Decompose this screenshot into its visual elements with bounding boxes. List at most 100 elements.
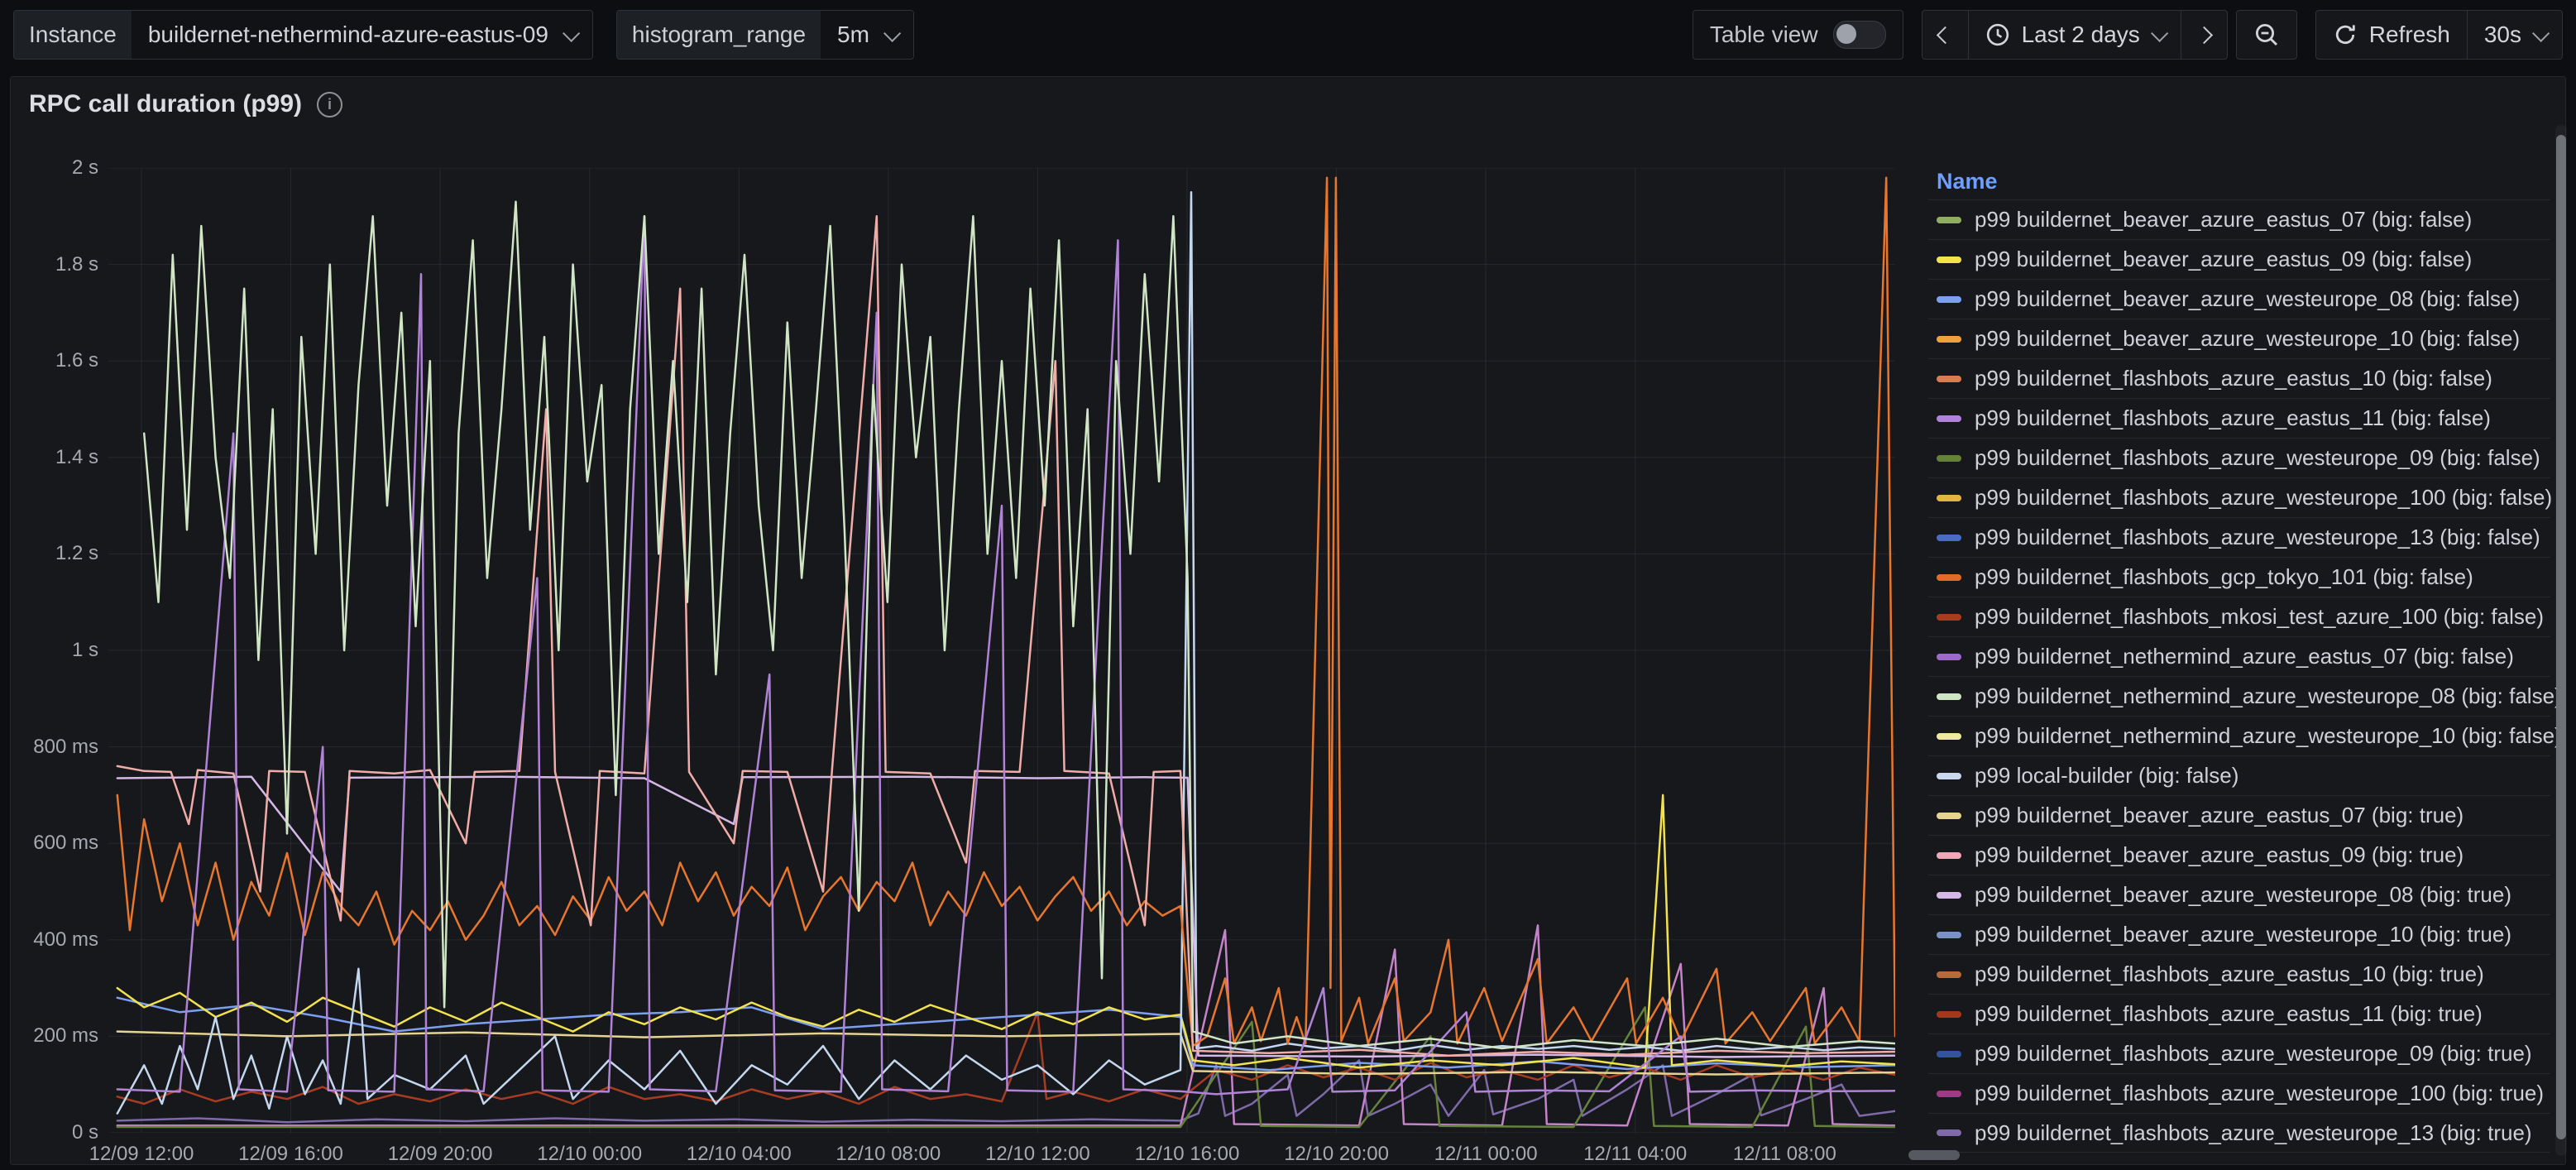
legend-row[interactable]: p99 buildernet_nethermind_azure_eastus_0… bbox=[1928, 636, 2550, 676]
series-color-marker bbox=[1937, 495, 1961, 501]
panel-title: RPC call duration (p99) bbox=[29, 90, 302, 118]
legend-row[interactable]: p99 buildernet_beaver_azure_westeurope_1… bbox=[1928, 914, 2550, 954]
legend-row[interactable]: p99 buildernet_flashbots_azure_westeurop… bbox=[1928, 1033, 2550, 1073]
y-axis: 2 s1.8 s1.6 s1.4 s1.2 s1 s800 ms600 ms40… bbox=[11, 168, 98, 1133]
zoom-out-icon bbox=[2253, 22, 2280, 48]
legend-scrollbar-thumb[interactable] bbox=[2556, 135, 2566, 1139]
series-color-marker bbox=[1937, 296, 1961, 303]
time-shift-back-button[interactable] bbox=[1922, 11, 1968, 59]
toggle-knob bbox=[1836, 24, 1856, 44]
series-color-marker bbox=[1937, 1129, 1961, 1136]
timeseries-chart[interactable] bbox=[108, 168, 1895, 1133]
legend-row[interactable]: p99 buildernet_beaver_azure_eastus_07 (b… bbox=[1928, 795, 2550, 835]
legend-series-label: p99 buildernet_beaver_azure_eastus_07 (b… bbox=[1975, 207, 2472, 233]
histogram-range-variable-group: histogram_range 5m bbox=[616, 10, 914, 60]
panel-header[interactable]: RPC call duration (p99) i bbox=[29, 90, 342, 118]
legend-row[interactable]: p99 buildernet_beaver_azure_eastus_09 (b… bbox=[1928, 239, 2550, 279]
series-color-marker bbox=[1937, 574, 1961, 581]
rpc-duration-panel: RPC call duration (p99) i 2 s1.8 s1.6 s1… bbox=[10, 76, 2566, 1165]
legend-series-label: p99 buildernet_flashbots_azure_westeurop… bbox=[1975, 525, 2540, 550]
time-shift-forward-button[interactable] bbox=[2181, 11, 2227, 59]
series-color-marker bbox=[1937, 733, 1961, 740]
histogram-range-dropdown[interactable]: 5m bbox=[821, 11, 913, 59]
legend-row[interactable]: p99 buildernet_flashbots_gcp_tokyo_101 (… bbox=[1928, 557, 2550, 597]
series-color-marker bbox=[1937, 693, 1961, 700]
refresh-group: Refresh 30s bbox=[2315, 10, 2563, 60]
y-tick-label: 800 ms bbox=[16, 735, 98, 760]
legend-series-label: p99 buildernet_flashbots_azure_eastus_11… bbox=[1975, 1001, 2483, 1027]
legend-series-label: p99 buildernet_beaver_azure_eastus_07 (b… bbox=[1975, 803, 2463, 828]
series-color-marker bbox=[1937, 535, 1961, 541]
legend-row[interactable]: p99 buildernet_flashbots_azure_westeurop… bbox=[1928, 438, 2550, 477]
legend: Name p99 buildernet_beaver_azure_eastus_… bbox=[1928, 163, 2550, 1148]
y-tick-label: 200 ms bbox=[16, 1024, 98, 1048]
zoom-out-group bbox=[2236, 10, 2297, 60]
chevron-left-icon bbox=[1936, 26, 1953, 43]
refresh-interval-value: 30s bbox=[2484, 22, 2521, 48]
instance-variable-group: Instance buildernet-nethermind-azure-eas… bbox=[13, 10, 593, 60]
legend-row[interactable]: p99 buildernet_flashbots_azure_eastus_11… bbox=[1928, 398, 2550, 438]
legend-row[interactable]: p99 buildernet_flashbots_azure_westeurop… bbox=[1928, 477, 2550, 517]
clock-icon bbox=[1985, 22, 2010, 47]
legend-series-label: p99 buildernet_beaver_azure_eastus_09 (b… bbox=[1975, 842, 2463, 868]
legend-row[interactable]: p99 buildernet_flashbots_azure_eastus_10… bbox=[1928, 954, 2550, 994]
y-tick-label: 1.6 s bbox=[16, 348, 98, 373]
series-line bbox=[117, 216, 1895, 1094]
legend-scrollbar-track[interactable] bbox=[2555, 125, 2567, 1156]
legend-header-name[interactable]: Name bbox=[1928, 163, 2550, 199]
legend-series-label: p99 buildernet_nethermind_azure_eastus_0… bbox=[1975, 644, 2514, 669]
table-view-control: Table view bbox=[1693, 10, 1903, 60]
histogram-range-value: 5m bbox=[837, 22, 869, 48]
refresh-label: Refresh bbox=[2369, 22, 2450, 48]
x-axis: 12/09 12:0012/09 16:0012/09 20:0012/10 0… bbox=[108, 1143, 1895, 1168]
y-tick-label: 600 ms bbox=[16, 831, 98, 856]
dashboard-toolbar: Instance buildernet-nethermind-azure-eas… bbox=[0, 0, 2576, 70]
chevron-down-icon bbox=[883, 24, 901, 41]
series-color-marker bbox=[1937, 455, 1961, 462]
zoom-out-button[interactable] bbox=[2237, 11, 2296, 59]
table-view-toggle[interactable] bbox=[1833, 21, 1886, 49]
legend-row[interactable]: p99 buildernet_flashbots_azure_westeurop… bbox=[1928, 1113, 2550, 1153]
legend-row[interactable]: p99 buildernet_beaver_azure_westeurope_0… bbox=[1928, 279, 2550, 319]
series-color-marker bbox=[1937, 813, 1961, 819]
legend-row[interactable]: p99 buildernet_flashbots_mkosi_test_azur… bbox=[1928, 597, 2550, 636]
legend-series-label: p99 buildernet_flashbots_azure_eastus_10… bbox=[1975, 366, 2492, 391]
legend-series-label: p99 buildernet_flashbots_gcp_tokyo_101 (… bbox=[1975, 564, 2473, 590]
legend-series-label: p99 buildernet_nethermind_azure_westeuro… bbox=[1975, 723, 2562, 749]
legend-row[interactable]: p99 buildernet_beaver_azure_eastus_07 (b… bbox=[1928, 199, 2550, 239]
series-color-marker bbox=[1937, 415, 1961, 422]
legend-row[interactable]: p99 buildernet_beaver_azure_eastus_09 (b… bbox=[1928, 835, 2550, 875]
chevron-down-icon bbox=[2532, 24, 2550, 41]
chevron-down-icon bbox=[2151, 24, 2168, 41]
toolbar-right-cluster: Table view Last 2 days bbox=[1693, 10, 2563, 60]
y-tick-label: 1 s bbox=[16, 638, 98, 663]
instance-value: buildernet-nethermind-azure-eastus-09 bbox=[148, 22, 548, 48]
time-range-value: Last 2 days bbox=[2022, 22, 2140, 48]
instance-dropdown[interactable]: buildernet-nethermind-azure-eastus-09 bbox=[132, 11, 592, 59]
info-icon[interactable]: i bbox=[317, 92, 342, 117]
chevron-down-icon bbox=[563, 24, 580, 41]
legend-series-label: p99 buildernet_beaver_azure_westeurope_0… bbox=[1975, 286, 2520, 312]
legend-row[interactable]: p99 buildernet_nethermind_azure_westeuro… bbox=[1928, 676, 2550, 716]
legend-horizontal-scrollbar-thumb[interactable] bbox=[1908, 1150, 1960, 1160]
chevron-right-icon bbox=[2195, 26, 2213, 43]
legend-row[interactable]: p99 buildernet_nethermind_azure_westeuro… bbox=[1928, 716, 2550, 755]
series-color-marker bbox=[1937, 336, 1961, 343]
legend-row[interactable]: p99 buildernet_flashbots_azure_westeurop… bbox=[1928, 517, 2550, 557]
legend-row[interactable]: p99 buildernet_flashbots_azure_eastus_11… bbox=[1928, 994, 2550, 1033]
instance-label: Instance bbox=[14, 11, 132, 59]
series-color-marker bbox=[1937, 932, 1961, 938]
legend-series-label: p99 buildernet_flashbots_azure_westeurop… bbox=[1975, 1041, 2532, 1067]
legend-row[interactable]: p99 buildernet_flashbots_azure_eastus_10… bbox=[1928, 358, 2550, 398]
legend-series-label: p99 buildernet_flashbots_azure_westeurop… bbox=[1975, 1081, 2544, 1106]
legend-row[interactable]: p99 local-builder (big: false) bbox=[1928, 755, 2550, 795]
legend-series-label: p99 buildernet_flashbots_mkosi_test_azur… bbox=[1975, 604, 2544, 630]
legend-series-label: p99 buildernet_flashbots_azure_westeurop… bbox=[1975, 445, 2540, 471]
refresh-interval-dropdown[interactable]: 30s bbox=[2467, 11, 2562, 59]
legend-row[interactable]: p99 buildernet_flashbots_azure_westeurop… bbox=[1928, 1073, 2550, 1113]
time-range-picker[interactable]: Last 2 days bbox=[1968, 11, 2181, 59]
refresh-button[interactable]: Refresh bbox=[2316, 11, 2467, 59]
legend-row[interactable]: p99 buildernet_beaver_azure_westeurope_1… bbox=[1928, 319, 2550, 358]
legend-row[interactable]: p99 buildernet_beaver_azure_westeurope_0… bbox=[1928, 875, 2550, 914]
refresh-icon bbox=[2333, 22, 2358, 47]
